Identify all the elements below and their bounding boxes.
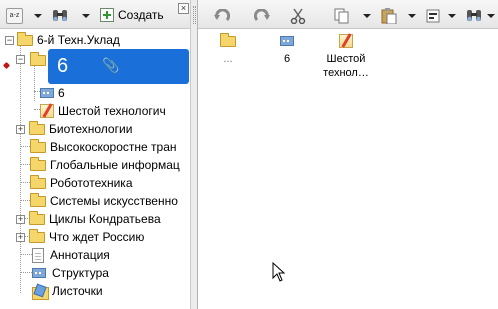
tree-item-label: Что ждет Россию (49, 230, 145, 244)
folder-icon (30, 52, 46, 66)
tree-item-biotech[interactable]: + Биотехнологии (16, 120, 132, 138)
tree-item-label: Шестой технологич (58, 104, 166, 118)
folder-icon (17, 31, 33, 46)
folder-icon (29, 120, 45, 135)
copy-dropdown-arrow[interactable] (363, 14, 371, 18)
tree-item-label: Циклы Кондратьева (49, 212, 161, 226)
search-dropdown-arrow[interactable] (487, 14, 495, 18)
folder-icon (29, 210, 45, 225)
tree-root[interactable]: − 6-й Техн.Уклад (5, 31, 120, 49)
add-icon (100, 8, 114, 22)
pane-splitter[interactable] (190, 0, 198, 309)
format-icon[interactable] (426, 8, 442, 24)
tree-item-label: Аннотация (50, 248, 110, 262)
collapse-icon[interactable]: − (16, 55, 25, 64)
content-pane: ... 6 Шестой технол… (198, 29, 498, 309)
expand-icon[interactable]: + (16, 124, 25, 134)
expand-icon[interactable]: + (16, 232, 25, 242)
create-button[interactable]: Создать (100, 6, 164, 24)
folder-icon (220, 32, 236, 47)
search-dropdown-arrow[interactable] (82, 14, 90, 18)
content-item-structure[interactable]: 6 (258, 33, 316, 66)
splitter-grip[interactable] (193, 6, 196, 24)
structure-icon (280, 36, 294, 46)
copy-icon[interactable] (334, 8, 350, 24)
mouse-cursor-icon (272, 262, 286, 282)
content-item-caption-line2: технол… (323, 67, 369, 79)
tree-item-notes[interactable]: Листочки (32, 282, 103, 300)
folder-icon (30, 156, 46, 171)
structure-icon (32, 268, 46, 278)
binoculars-icon[interactable] (466, 8, 482, 23)
tree-item-ai-systems[interactable]: Системы искусственно (30, 192, 178, 210)
folder-icon (30, 174, 46, 189)
structure-icon (40, 88, 54, 98)
tree-item-label: Листочки (52, 284, 103, 298)
paste-dropdown-arrow[interactable] (408, 14, 416, 18)
tree-item-kondratiev[interactable]: + Циклы Кондратьева (16, 210, 161, 228)
binoculars-icon[interactable] (52, 8, 68, 23)
content-item-caption: 6 (283, 53, 291, 65)
tree-item-label: Системы искусственно (50, 194, 178, 208)
left-toolbar: a-z Создать × (0, 0, 190, 29)
content-item-caption: ... (223, 53, 233, 65)
folder-icon (30, 192, 46, 207)
close-icon[interactable]: × (178, 3, 189, 14)
pencil-note-icon (339, 34, 353, 48)
sort-az-button[interactable]: a-z (6, 8, 23, 24)
tree-item-robotics[interactable]: Робототехника (30, 174, 133, 192)
tree-item[interactable]: Шестой технологич (40, 102, 166, 120)
content-item-note[interactable]: Шестой технол… (314, 33, 378, 80)
sticky-notes-icon (32, 285, 49, 300)
create-label: Создать (118, 8, 164, 22)
format-dropdown-arrow[interactable] (448, 14, 456, 18)
expand-icon[interactable]: + (16, 214, 25, 224)
paste-icon[interactable] (381, 8, 397, 24)
tree-root-label: 6-й Техн.Уклад (37, 33, 120, 47)
right-toolbar (198, 0, 498, 29)
tree-item-label: 6 (58, 86, 65, 100)
content-item-caption: Шестой (326, 53, 366, 65)
undo-icon[interactable] (214, 9, 230, 23)
selected-tree-item[interactable]: 6 📎 (48, 49, 189, 84)
cut-icon[interactable] (290, 8, 306, 24)
folder-icon (29, 228, 45, 243)
tree-item-label: Глобальные информац (50, 158, 180, 172)
tree-item-highspeed[interactable]: Высокоскоростне тран (30, 138, 177, 156)
tree-item-label: Высокоскоростне тран (50, 140, 177, 154)
tree-item-global-info[interactable]: Глобальные информац (30, 156, 180, 174)
tree-item-russia[interactable]: + Что ждет Россию (16, 228, 144, 246)
document-icon (32, 247, 44, 263)
tree-item-annotation[interactable]: Аннотация (32, 246, 110, 264)
attachment-icon: 📎 (102, 57, 120, 73)
redo-icon[interactable] (254, 9, 270, 23)
tree-item-label: Структура (52, 266, 109, 280)
content-item-parent[interactable]: ... (199, 32, 257, 66)
tree-item-structure[interactable]: Структура (32, 264, 109, 282)
tree-item[interactable]: 6 (40, 84, 65, 102)
collapse-icon[interactable]: − (5, 35, 14, 45)
sort-dropdown-arrow[interactable] (34, 14, 42, 18)
folder-icon (30, 138, 46, 153)
selected-item-label: 6 (57, 55, 69, 77)
tree-item-label: Биотехнологии (49, 122, 133, 136)
pencil-note-icon (40, 104, 54, 118)
tree-item-label: Робототехника (50, 176, 133, 190)
